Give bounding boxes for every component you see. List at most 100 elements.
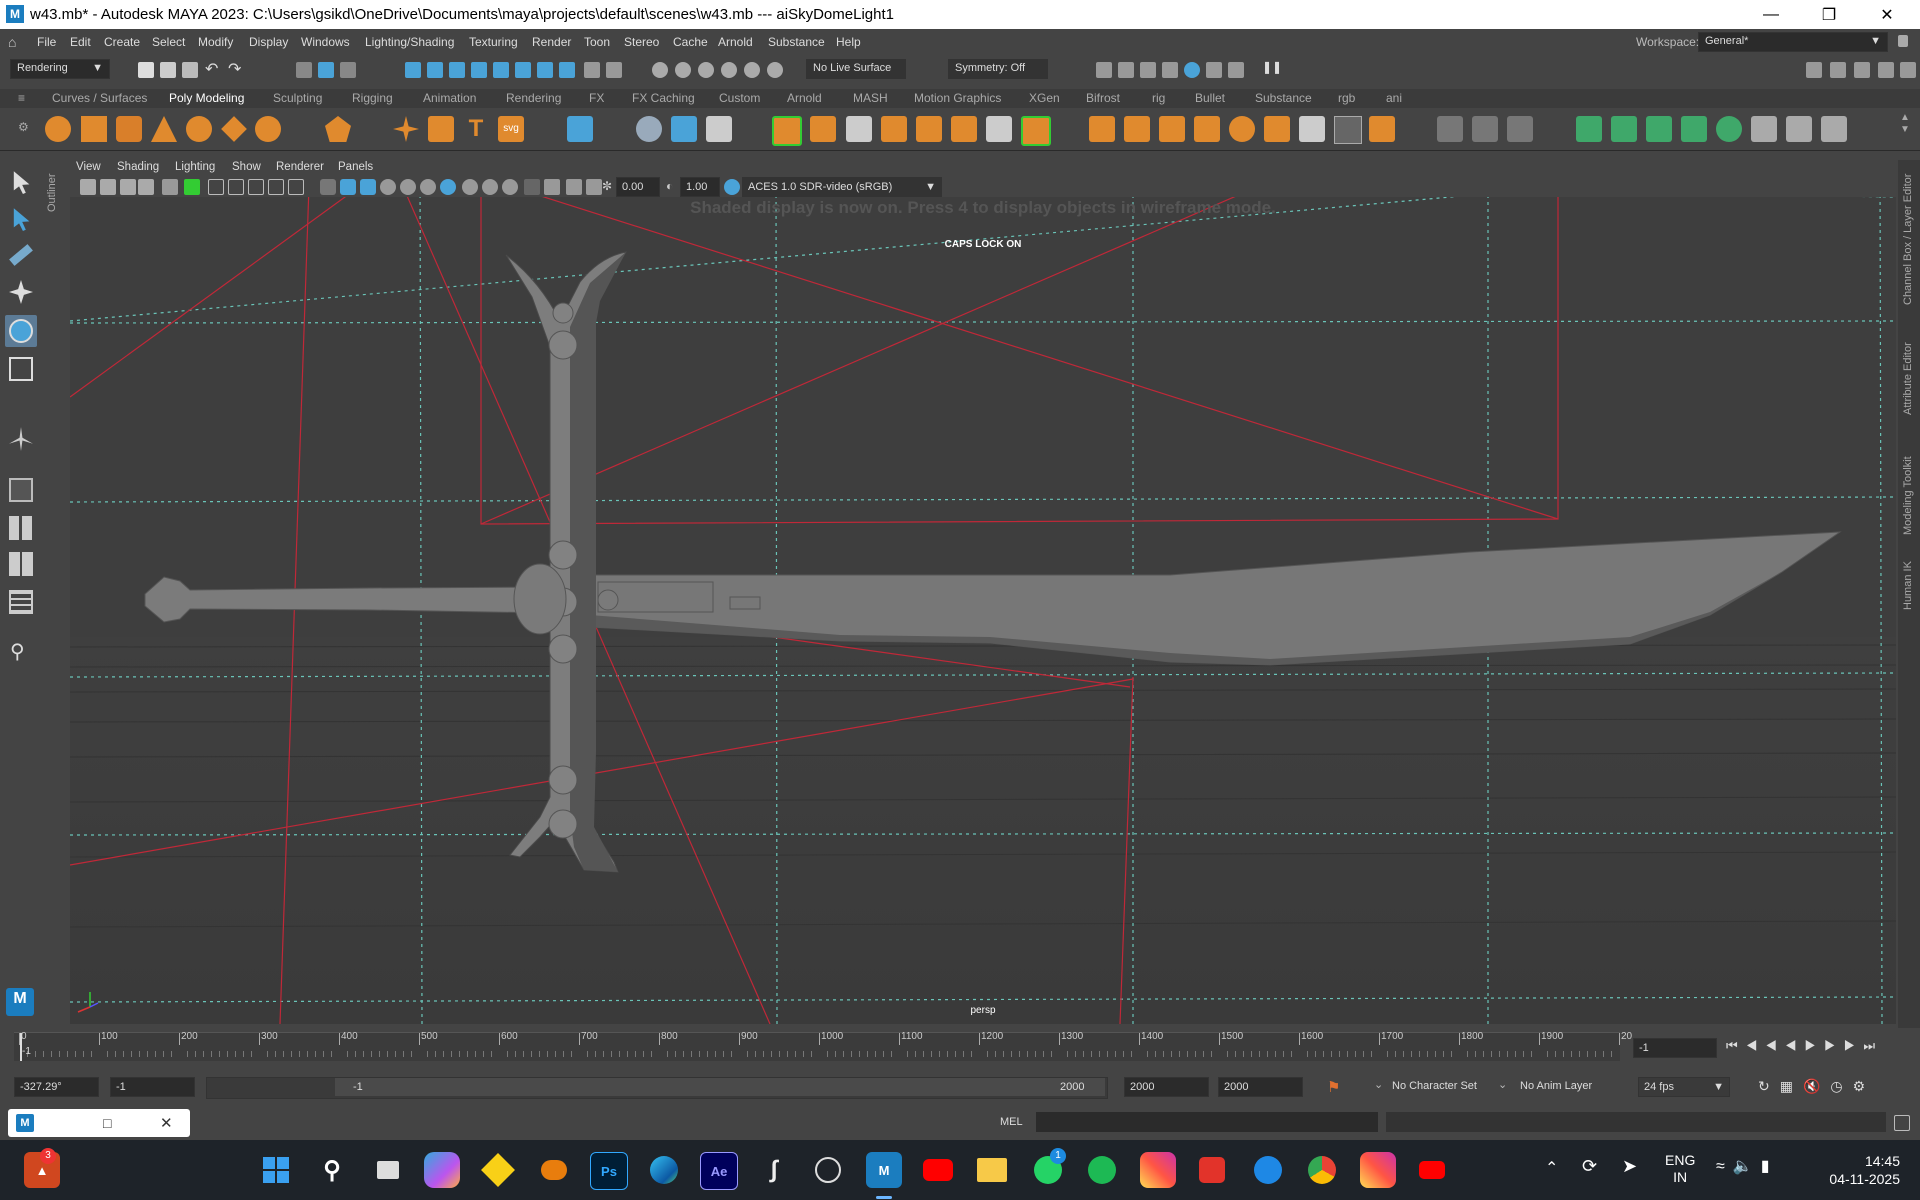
poly-sphere-icon[interactable] bbox=[45, 116, 71, 142]
battery-icon[interactable]: ▮ bbox=[1761, 1158, 1778, 1175]
tab-rendering[interactable]: Rendering bbox=[506, 91, 561, 105]
render-settings-icon[interactable] bbox=[721, 62, 737, 78]
depth-of-field-icon[interactable] bbox=[502, 179, 518, 195]
make-hole-icon[interactable] bbox=[1334, 116, 1362, 144]
wifi-icon[interactable]: ≈ bbox=[1716, 1158, 1733, 1175]
shadows-icon[interactable] bbox=[420, 179, 436, 195]
tab-rig[interactable]: rig bbox=[1152, 91, 1165, 105]
attribute-editor-icon[interactable] bbox=[1854, 62, 1870, 78]
menu-edit[interactable]: Edit bbox=[70, 35, 91, 49]
motion-blur-icon[interactable] bbox=[462, 179, 478, 195]
anim-layer-dropdown[interactable]: No Anim Layer bbox=[1520, 1080, 1592, 1092]
type-tool-icon[interactable]: T bbox=[463, 116, 489, 142]
location-icon[interactable]: ➤ bbox=[1622, 1156, 1637, 1177]
maya-taskbar-icon[interactable]: M bbox=[866, 1152, 902, 1188]
remesh-icon[interactable] bbox=[916, 116, 942, 142]
menu-file[interactable]: File bbox=[37, 35, 56, 49]
mel-label[interactable]: MEL bbox=[1000, 1116, 1023, 1128]
platonic-solid-icon[interactable] bbox=[325, 116, 351, 142]
tab-bullet[interactable]: Bullet bbox=[1195, 91, 1225, 105]
snap-grid-icon[interactable] bbox=[405, 62, 421, 78]
combine-icon[interactable] bbox=[772, 116, 802, 146]
select-hierarchy-icon[interactable] bbox=[296, 62, 312, 78]
render-sequence-icon[interactable] bbox=[1118, 62, 1134, 78]
tab-animation[interactable]: Animation bbox=[423, 91, 476, 105]
modeling-toolkit-icon[interactable] bbox=[1806, 62, 1822, 78]
ipr-render-icon[interactable] bbox=[698, 62, 714, 78]
unfold-uv-icon[interactable] bbox=[1751, 116, 1777, 142]
photoshop-icon[interactable]: Ps bbox=[590, 1152, 628, 1190]
menu-stereo[interactable]: Stereo bbox=[624, 35, 659, 49]
ambient-occlusion-icon[interactable] bbox=[440, 179, 456, 195]
undo-icon[interactable]: ↶ bbox=[205, 59, 218, 79]
exposure-field[interactable]: 0.00 bbox=[616, 177, 660, 197]
tab-fx[interactable]: FX bbox=[589, 91, 604, 105]
pinned-app-icon[interactable] bbox=[1250, 1152, 1286, 1188]
render-frame-icon[interactable] bbox=[675, 62, 691, 78]
terminal-icon[interactable]: ∫ bbox=[756, 1152, 792, 1188]
hypershade-window-icon[interactable] bbox=[1206, 62, 1222, 78]
playback-end-field[interactable]: 2000 bbox=[1218, 1077, 1303, 1097]
construction-history-icon[interactable] bbox=[652, 62, 668, 78]
loop-icon[interactable]: ↻ bbox=[1758, 1078, 1780, 1094]
panel-menu-renderer[interactable]: Renderer bbox=[276, 161, 324, 173]
floating-window-thumbnail[interactable]: M □ ✕ bbox=[8, 1109, 190, 1137]
freeze-transform-icon[interactable] bbox=[706, 116, 732, 142]
extrude-icon[interactable] bbox=[1089, 116, 1115, 142]
channel-box-tab[interactable]: Channel Box / Layer Editor bbox=[1902, 174, 1914, 305]
poly-cylinder-icon[interactable] bbox=[116, 116, 142, 142]
snap-point-icon[interactable] bbox=[449, 62, 465, 78]
human-ik-tab[interactable]: Human IK bbox=[1902, 561, 1914, 610]
outliner-side-label[interactable]: Outliner bbox=[46, 173, 58, 212]
tab-sculpting[interactable]: Sculpting bbox=[273, 91, 322, 105]
play-back-icon[interactable]: ◀ bbox=[1785, 1038, 1805, 1053]
snap-surface-icon[interactable] bbox=[493, 62, 509, 78]
tab-motion-graphics[interactable]: Motion Graphics bbox=[914, 91, 1001, 105]
substance-icon[interactable] bbox=[1194, 1152, 1230, 1188]
menuset-dropdown[interactable]: Rendering ▼ bbox=[10, 59, 110, 79]
paint-select-icon[interactable] bbox=[9, 244, 33, 266]
character-controls-icon[interactable] bbox=[1830, 62, 1846, 78]
mute-icon[interactable]: 🔇 bbox=[1803, 1078, 1830, 1094]
mirror-geometry-icon[interactable] bbox=[1021, 116, 1051, 146]
end-frame-field[interactable]: 2000 bbox=[1124, 1077, 1209, 1097]
shelf-settings-icon[interactable]: ⚙ bbox=[18, 120, 29, 134]
notes-icon[interactable] bbox=[480, 1152, 516, 1188]
channel-box-icon[interactable] bbox=[1900, 62, 1916, 78]
tab-arnold[interactable]: Arnold bbox=[787, 91, 822, 105]
step-forward-key-icon[interactable]: ▶▶ bbox=[1824, 1038, 1863, 1053]
attribute-editor-tab[interactable]: Attribute Editor bbox=[1902, 342, 1914, 415]
new-scene-icon[interactable] bbox=[138, 62, 154, 78]
menu-select[interactable]: Select bbox=[152, 35, 185, 49]
scale-tool-icon[interactable] bbox=[9, 357, 33, 381]
tab-fx-caching[interactable]: FX Caching bbox=[632, 91, 695, 105]
spherical-map-icon[interactable] bbox=[1681, 116, 1707, 142]
snap-curve-icon[interactable] bbox=[427, 62, 443, 78]
four-view-layout-icon[interactable] bbox=[9, 516, 33, 540]
menu-substance[interactable]: Substance bbox=[768, 35, 825, 49]
youtube-icon-2[interactable] bbox=[1414, 1152, 1450, 1188]
command-input[interactable] bbox=[1036, 1112, 1378, 1132]
save-scene-icon[interactable] bbox=[182, 62, 198, 78]
view-transform-icon[interactable] bbox=[724, 179, 740, 195]
windows-start-icon[interactable] bbox=[258, 1152, 294, 1188]
render-region-icon[interactable] bbox=[1162, 62, 1178, 78]
select-object-icon[interactable] bbox=[318, 62, 334, 78]
blender-icon[interactable] bbox=[536, 1152, 572, 1188]
copilot-icon[interactable] bbox=[424, 1152, 460, 1188]
modeling-toolkit-tab[interactable]: Modeling Toolkit bbox=[1902, 456, 1914, 535]
edge-icon[interactable] bbox=[646, 1152, 682, 1188]
youtube-icon[interactable] bbox=[920, 1152, 956, 1188]
shelf-scroll-icon[interactable]: ▲ ▼ bbox=[1900, 112, 1910, 136]
rotate-tool-icon[interactable] bbox=[9, 319, 33, 343]
cylindrical-map-icon[interactable] bbox=[1646, 116, 1672, 142]
image-plane-icon[interactable] bbox=[138, 179, 154, 195]
range-slider-handle[interactable] bbox=[335, 1078, 1105, 1096]
workspace-dropdown[interactable]: General* ▼ bbox=[1698, 32, 1888, 52]
render-current-frame-icon[interactable] bbox=[1096, 62, 1112, 78]
anim-layer-chevron-icon[interactable]: ⌄ bbox=[1498, 1078, 1507, 1091]
pause-icon[interactable]: ❚❚ bbox=[1262, 60, 1282, 74]
poly-cube-icon[interactable] bbox=[81, 116, 107, 142]
open-scene-icon[interactable] bbox=[160, 62, 176, 78]
volume-icon[interactable]: 🔈 bbox=[1733, 1158, 1761, 1175]
